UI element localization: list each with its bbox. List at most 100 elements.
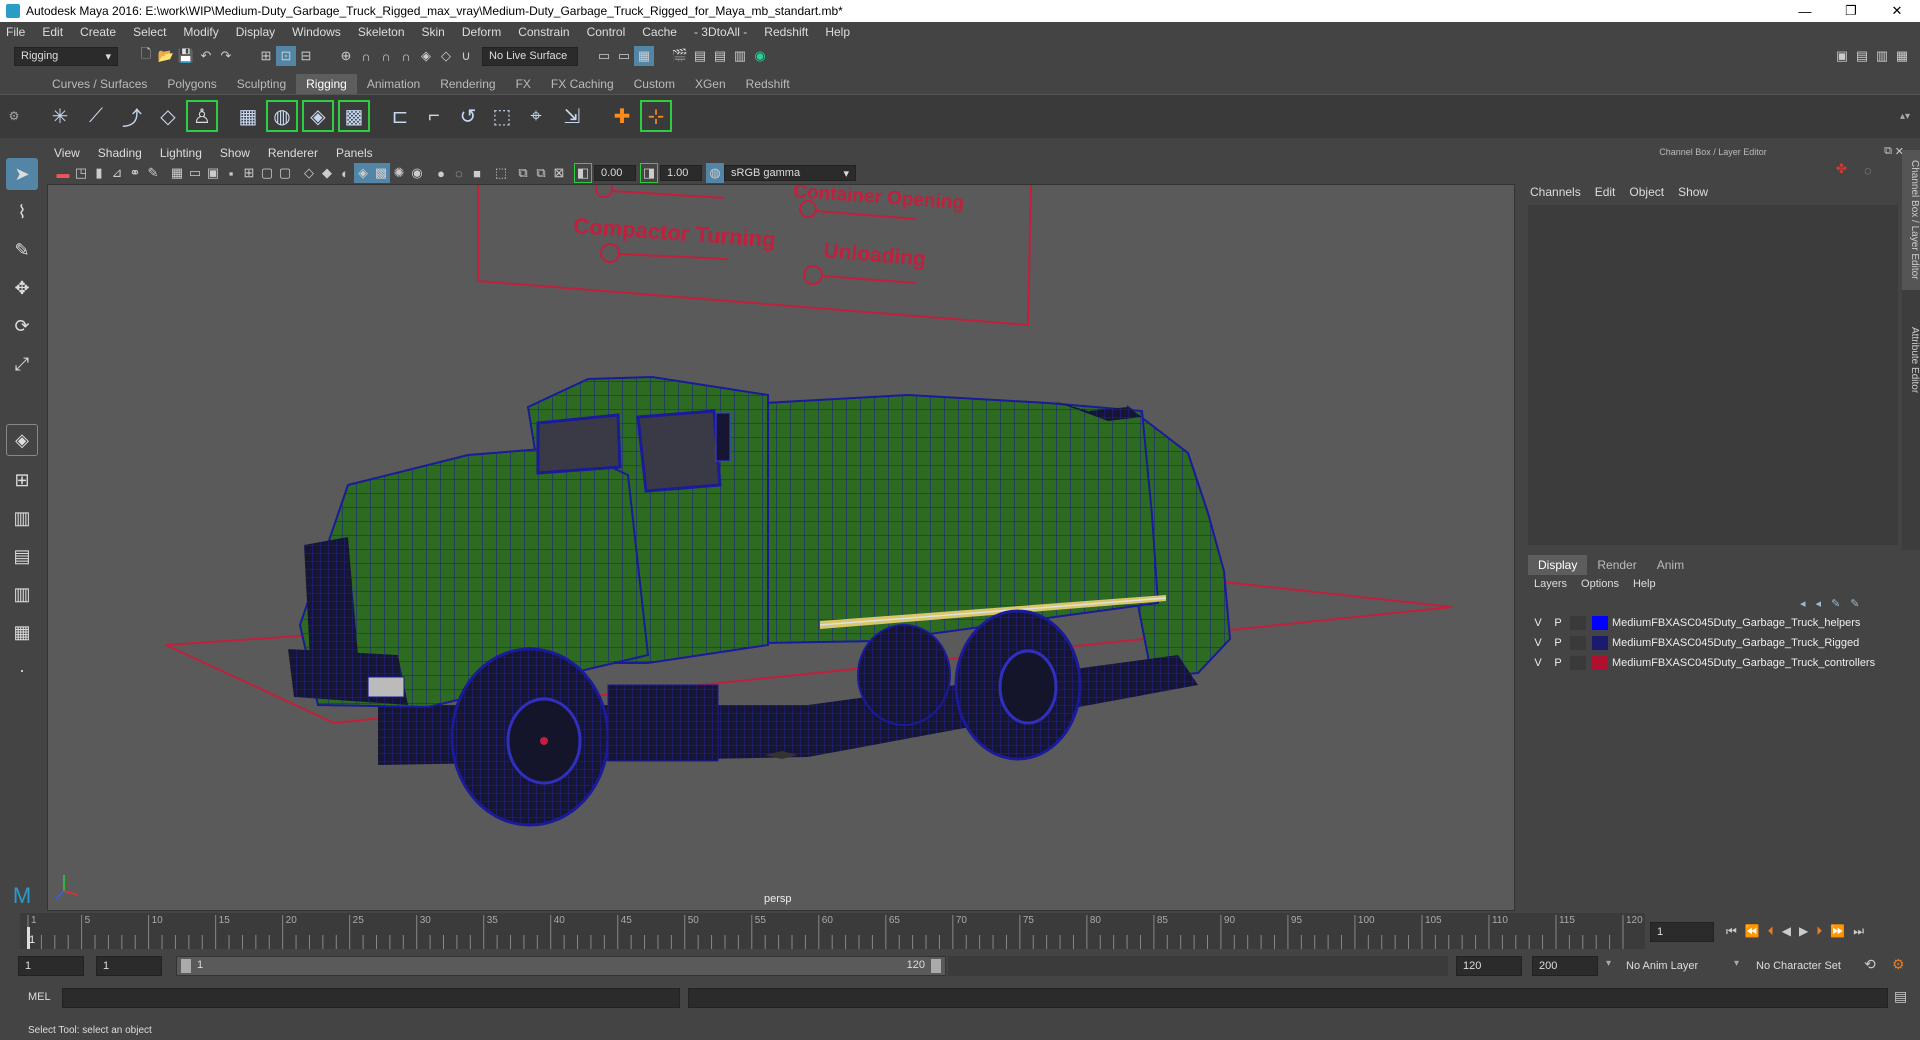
smooth-shade-icon[interactable]: ◆ [318,163,336,183]
script-editor-icon[interactable]: ▤ [1894,988,1907,1005]
go-to-start-icon[interactable]: ⏮ [1726,924,1737,939]
layer-type-toggle[interactable] [1570,636,1586,650]
render-settings-icon[interactable]: 🎬 [670,46,690,66]
new-layer-from-selected-icon[interactable]: ✎ [1850,597,1859,610]
outliner-layout-icon[interactable]: ▦ [6,616,38,648]
single-perspective-layout-icon[interactable]: ◈ [6,424,38,456]
snap-curve-icon[interactable]: ∩ [356,46,376,66]
scale-constraint-icon[interactable]: ⬚ [486,100,518,132]
vp-menu-renderer[interactable]: Renderer [268,146,318,160]
start-time-field[interactable]: 1 [18,956,84,976]
four-view-layout-icon[interactable]: ⊞ [6,464,38,496]
vp-menu-lighting[interactable]: Lighting [160,146,202,160]
current-frame-field[interactable]: 1 [1650,922,1714,942]
joint-tool-icon[interactable]: ✳ [44,100,76,132]
render-view-icon[interactable]: ▥ [730,46,750,66]
menu-3dtoall[interactable]: - 3DtoAll - [694,25,747,39]
vp-menu-shading[interactable]: Shading [98,146,142,160]
smooth-bind-icon[interactable]: ◍ [266,100,298,132]
make-live-icon[interactable]: ◇ [436,46,456,66]
maximize-button[interactable]: ❐ [1828,0,1874,22]
close-button[interactable]: ✕ [1874,0,1920,22]
attribute-editor-toggle-icon[interactable]: ▤ [1852,46,1872,66]
persp-outliner-layout-icon[interactable]: ▥ [6,502,38,534]
garbage-truck-model[interactable] [288,375,1232,827]
vp-menu-panels[interactable]: Panels [336,146,373,160]
exposure-field[interactable]: 0.00 [594,165,636,181]
live-surface-field[interactable]: No Live Surface [482,46,578,66]
vp-menu-show[interactable]: Show [220,146,250,160]
menu-constrain[interactable]: Constrain [518,25,569,39]
quick-rig-icon[interactable]: ♙ [186,100,218,132]
select-hierarchy-icon[interactable]: ⊞ [256,46,276,66]
cb-menu-object[interactable]: Object [1629,185,1664,199]
vp-menu-view[interactable]: View [54,146,80,160]
tab-redshift[interactable]: Redshift [736,74,800,94]
le-menu-options[interactable]: Options [1581,578,1619,590]
wireframe-on-shaded-icon[interactable]: ◈ [354,163,372,183]
menuset-dropdown[interactable]: Rigging ▾ [14,46,118,66]
menu-modify[interactable]: Modify [183,25,218,39]
perspective-viewport[interactable]: Container Opening Compactor Turning Unlo… [47,184,1515,911]
textured-icon[interactable]: ▩ [372,163,390,183]
redo-icon[interactable]: ↷ [216,46,236,66]
character-set-dropdown[interactable]: No Character Set [1750,956,1870,976]
xray-joints-icon[interactable]: ⧉ [532,163,550,183]
input-ops-icon[interactable]: ▭ [594,46,614,66]
menu-windows[interactable]: Windows [292,25,341,39]
camera-attributes-icon[interactable]: ◳ [72,163,90,183]
gate-mask-icon[interactable]: ▪ [222,163,240,183]
range-slider[interactable]: 1 120 [176,956,946,976]
channel-box-toggle-icon[interactable]: ▦ [1892,46,1912,66]
bookmark-icon[interactable]: ▮ [90,163,108,183]
play-backwards-icon[interactable]: ◀ [1782,924,1791,939]
xray-components-icon[interactable]: ⊠ [550,163,568,183]
float-panel-icon[interactable]: ⧉ [1884,145,1892,158]
modeling-toolkit-icon[interactable]: ▣ [1832,46,1852,66]
layer-row[interactable]: V P MediumFBXASC045Duty_Garbage_Truck_co… [1528,653,1898,673]
gamma-icon[interactable]: ◨ [640,163,658,183]
tab-xgen[interactable]: XGen [685,74,736,94]
safe-title-icon[interactable]: ▢ [276,163,294,183]
rotate-tool-icon[interactable]: ⟳ [6,310,38,342]
layer-playback-toggle[interactable]: P [1548,637,1568,649]
menu-redshift[interactable]: Redshift [764,25,808,39]
menu-edit[interactable]: Edit [42,25,63,39]
layout-options-icon[interactable]: · [6,654,38,686]
tab-custom[interactable]: Custom [624,74,685,94]
tab-fx[interactable]: FX [506,74,541,94]
field-chart-icon[interactable]: ⊞ [240,163,258,183]
tab-rigging[interactable]: Rigging [296,74,357,94]
screen-space-ao-icon[interactable]: ● [432,163,450,183]
step-back-frame-icon[interactable]: ⏴ [1768,924,1774,939]
point-constraint-icon[interactable]: ⊹ [640,100,672,132]
cluster-icon[interactable]: ⊏ [384,100,416,132]
snap-surface-icon[interactable]: ∩ [396,46,416,66]
range-end-handle[interactable] [931,959,941,973]
le-menu-help[interactable]: Help [1633,578,1656,590]
ik-handle-icon[interactable]: ⟋ [80,100,112,132]
channel-list-area[interactable] [1528,205,1898,545]
snap-grid-icon[interactable]: ⊕ [336,46,356,66]
locator-icon[interactable]: ✚ [606,100,638,132]
playback-start-field[interactable]: 1 [96,956,162,976]
tab-curves-surfaces[interactable]: Curves / Surfaces [42,74,157,94]
layer-row[interactable]: V P MediumFBXASC045Duty_Garbage_Truck_he… [1528,613,1898,633]
tab-animation[interactable]: Animation [357,74,430,94]
auto-key-icon[interactable]: ⟲ [1864,956,1876,973]
open-scene-icon[interactable]: 📂 [156,46,176,66]
end-time-field[interactable]: 200 [1532,956,1598,976]
ipr-render-icon[interactable]: ▤ [710,46,730,66]
construction-history-icon[interactable]: ▦ [634,46,654,66]
lattice-icon[interactable]: ▩ [338,100,370,132]
isolate-select-icon[interactable]: ⬚ [492,163,510,183]
select-camera-icon[interactable]: ▬ [54,163,72,183]
scale-tool-icon[interactable]: ⤢ [6,348,38,380]
menu-file[interactable]: File [6,25,25,39]
shelf-options-icon[interactable]: ⚙ [6,100,22,132]
layer-color-swatch[interactable] [1592,616,1608,630]
layer-visibility-toggle[interactable]: V [1528,617,1548,629]
persp-graph-layout-icon[interactable]: ▤ [6,540,38,572]
menu-select[interactable]: Select [133,25,166,39]
new-layer-icon[interactable]: ✎ [1831,597,1840,610]
